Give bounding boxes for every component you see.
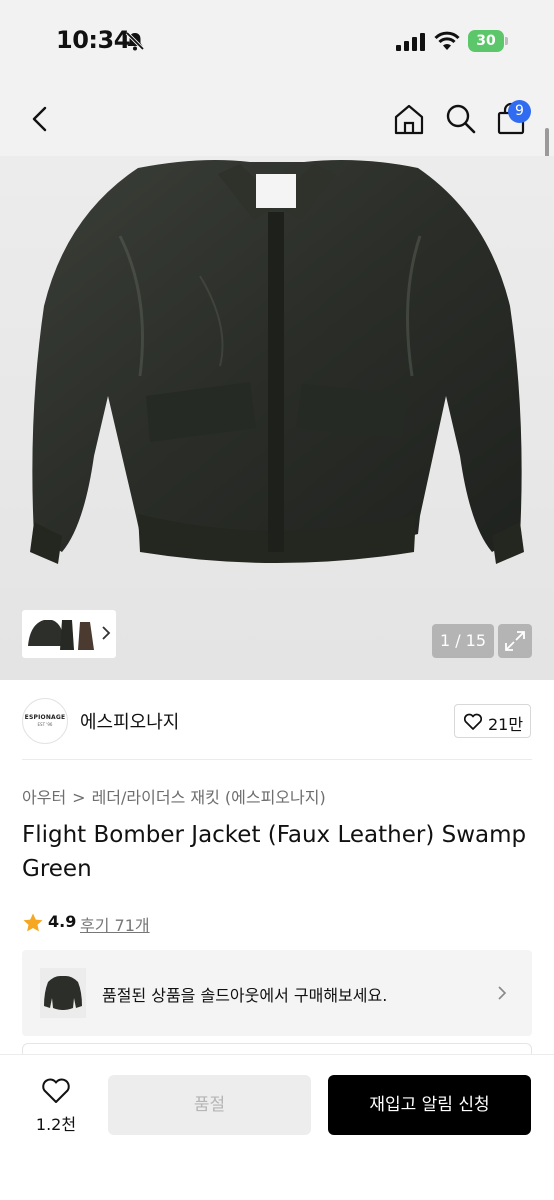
brand-logo-text: ESPIONAGE bbox=[24, 714, 66, 721]
soldout-banner-text: 품절된 상품을 솔드아웃에서 구매해보세요. bbox=[102, 986, 388, 1005]
breadcrumb: 아우터 > 레더/라이더스 재킷 (에스피오나지) bbox=[22, 784, 326, 808]
wishlist-count: 1.2천 bbox=[35, 1115, 77, 1134]
chevron-right-icon bbox=[498, 986, 507, 1000]
battery-icon: 30 bbox=[468, 30, 508, 52]
status-bar: 10:34 30 bbox=[0, 0, 554, 84]
brand-logo-subtext: EST '96 bbox=[37, 722, 53, 727]
wishlist-button[interactable]: 1.2천 bbox=[26, 1075, 86, 1139]
soldout-banner[interactable]: 품절된 상품을 솔드아웃에서 구매해보세요. bbox=[22, 950, 532, 1036]
thumbnail-strip[interactable] bbox=[22, 610, 116, 658]
restock-notify-button[interactable]: 재입고 알림 신청 bbox=[328, 1075, 531, 1135]
rating-value: 4.9 bbox=[48, 912, 77, 931]
cart-count-badge: 9 bbox=[508, 100, 531, 123]
image-counter: 1 / 15 bbox=[432, 624, 494, 658]
breadcrumb-separator: > bbox=[72, 788, 86, 807]
brand-like-button[interactable]: 21만 bbox=[454, 704, 531, 738]
divider bbox=[22, 759, 532, 760]
brand-row[interactable]: ESPIONAGE EST '96 에스피오나지 21만 bbox=[0, 680, 554, 760]
soldout-product-thumbnail bbox=[40, 968, 86, 1018]
breadcrumb-category[interactable]: 아우터 bbox=[22, 784, 66, 808]
brand-logo[interactable]: ESPIONAGE EST '96 bbox=[22, 698, 68, 744]
star-icon bbox=[23, 913, 43, 932]
bottom-action-bar: 1.2천 품절 재입고 알림 신청 bbox=[0, 1054, 554, 1200]
breadcrumb-subcategory[interactable]: 레더/라이더스 재킷 (에스피오나지) bbox=[92, 784, 326, 808]
product-image-gallery[interactable]: 1 / 15 bbox=[0, 156, 554, 680]
battery-tip bbox=[505, 37, 508, 45]
back-arrow-icon[interactable] bbox=[24, 102, 58, 136]
product-title: Flight Bomber Jacket (Faux Leather) Swam… bbox=[22, 822, 527, 882]
wifi-icon bbox=[434, 31, 460, 50]
heart-icon bbox=[463, 713, 483, 730]
search-icon[interactable] bbox=[444, 102, 478, 136]
thumbnail-images bbox=[28, 620, 94, 650]
chevron-right-icon bbox=[102, 626, 111, 640]
review-count-link[interactable]: 후기 71개 bbox=[80, 912, 150, 936]
battery-level: 30 bbox=[476, 33, 496, 49]
status-time: 10:34 bbox=[56, 26, 130, 54]
heart-icon bbox=[42, 1078, 70, 1103]
bell-off-icon bbox=[125, 31, 145, 51]
expand-icon[interactable] bbox=[498, 624, 532, 658]
cellular-signal-icon bbox=[396, 33, 425, 51]
product-photo bbox=[30, 160, 524, 564]
brand-like-count: 21만 bbox=[488, 715, 524, 734]
soldout-button: 품절 bbox=[108, 1075, 311, 1135]
home-icon[interactable] bbox=[392, 102, 426, 136]
brand-name[interactable]: 에스피오나지 bbox=[80, 708, 179, 734]
top-nav bbox=[0, 84, 554, 156]
